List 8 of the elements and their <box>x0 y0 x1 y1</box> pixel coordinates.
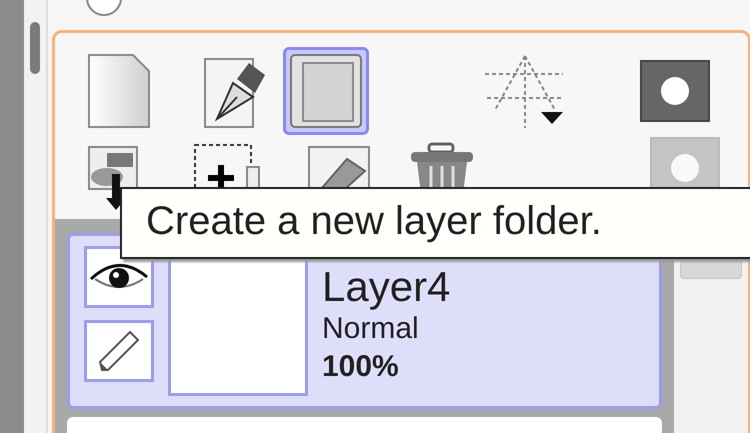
tooltip: Create a new layer folder. <box>120 187 750 259</box>
blend-mode: Normal <box>322 311 420 347</box>
visibility-button[interactable] <box>84 246 154 308</box>
pencil-icon <box>96 328 142 374</box>
layer-name: Layer4 <box>322 264 450 310</box>
scrollbar-thumb[interactable] <box>30 22 40 74</box>
opacity-value: 100% <box>322 349 400 385</box>
lock-button[interactable] <box>84 320 154 382</box>
